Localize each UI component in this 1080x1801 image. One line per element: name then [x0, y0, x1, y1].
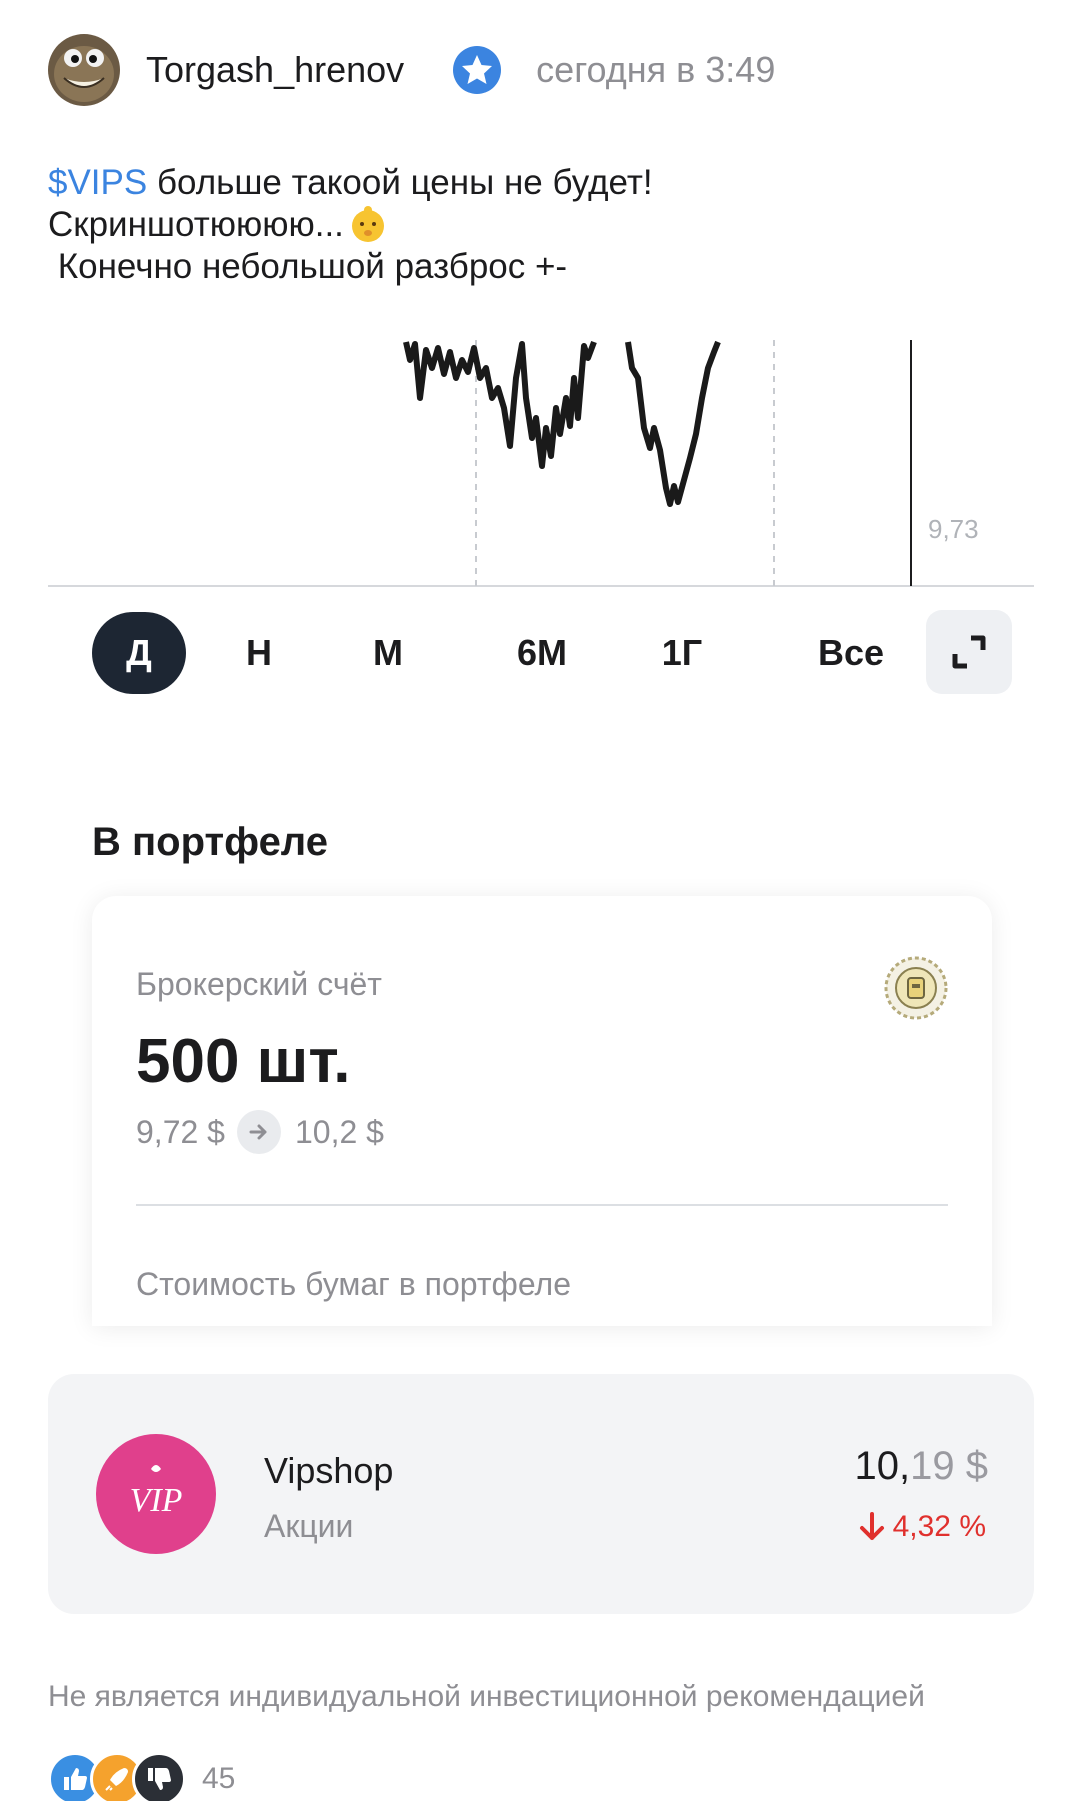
author-name[interactable]: Torgash_hrenov [146, 49, 404, 91]
reactions-count: 45 [202, 1762, 236, 1795]
disclaimer: Не является индивидуальной инвестиционно… [48, 1680, 925, 1713]
expand-chart-button[interactable] [926, 610, 1012, 694]
period-day[interactable]: Д [92, 612, 186, 694]
svg-text:VIP: VIP [130, 1482, 183, 1519]
chart-price-label: 9,73 [928, 514, 979, 544]
post-line-3: Конечно небольшой разброс +- [48, 247, 568, 286]
reactions-bar[interactable]: 45 [48, 1750, 235, 1801]
portfolio-card[interactable]: Брокерский счёт 500 шт. 9,72 $ 10,2 $ Ст… [92, 896, 992, 1326]
current-price: 10,2 $ [294, 1113, 384, 1150]
bank-emblem-icon [882, 954, 950, 1022]
instrument-price: 10,19 $ [854, 1444, 988, 1488]
period-6-months[interactable]: 6М [492, 612, 592, 694]
period-selector: Д Н М 6М 1Г Все [48, 606, 1034, 694]
post-text: $VIPS больше такоой цены не будет! Скрин… [48, 162, 653, 288]
price-line [403, 340, 597, 469]
period-month[interactable]: М [348, 612, 428, 694]
expand-icon [952, 635, 986, 669]
card-divider [136, 1204, 948, 1206]
portfolio-title: В портфеле [92, 820, 328, 864]
vipshop-logo-icon: VIP [96, 1434, 216, 1554]
account-label: Брокерский счёт [136, 966, 382, 1002]
price-line-2 [625, 340, 721, 507]
arrow-down-icon [859, 1512, 884, 1540]
post-line-2: Скриншотюююю... [48, 204, 653, 246]
instrument-type: Акции [264, 1508, 354, 1544]
post-header: Torgash_hrenov сегодня в 3:49 [48, 34, 1048, 106]
post-time: сегодня в 3:49 [536, 49, 776, 90]
thumbs-down-icon[interactable] [132, 1752, 186, 1801]
verified-star-icon [452, 45, 502, 95]
author-avatar[interactable] [48, 34, 120, 106]
buy-price: 9,72 $ [136, 1113, 225, 1150]
baby-emoji-icon [348, 204, 388, 244]
period-week[interactable]: Н [224, 612, 294, 694]
instrument-card[interactable]: VIP Vipshop Акции 10,19 $ 4,32 % [48, 1374, 1034, 1614]
position-quantity: 500 шт. [136, 1027, 351, 1096]
instrument-name: Vipshop [264, 1450, 394, 1491]
portfolio-value-label: Стоимость бумаг в портфеле [136, 1266, 572, 1302]
post-line-1: $VIPS больше такоой цены не будет! [48, 163, 653, 202]
ticker-link[interactable]: $VIPS [48, 163, 147, 202]
arrow-right-icon [236, 1110, 281, 1154]
period-all[interactable]: Все [796, 612, 906, 694]
price-chart[interactable]: 9,73 [48, 338, 1034, 588]
price-change-row: 9,72 $ 10,2 $ [136, 1110, 384, 1154]
instrument-change: 4,32 % [859, 1510, 986, 1544]
period-year[interactable]: 1Г [642, 612, 722, 694]
